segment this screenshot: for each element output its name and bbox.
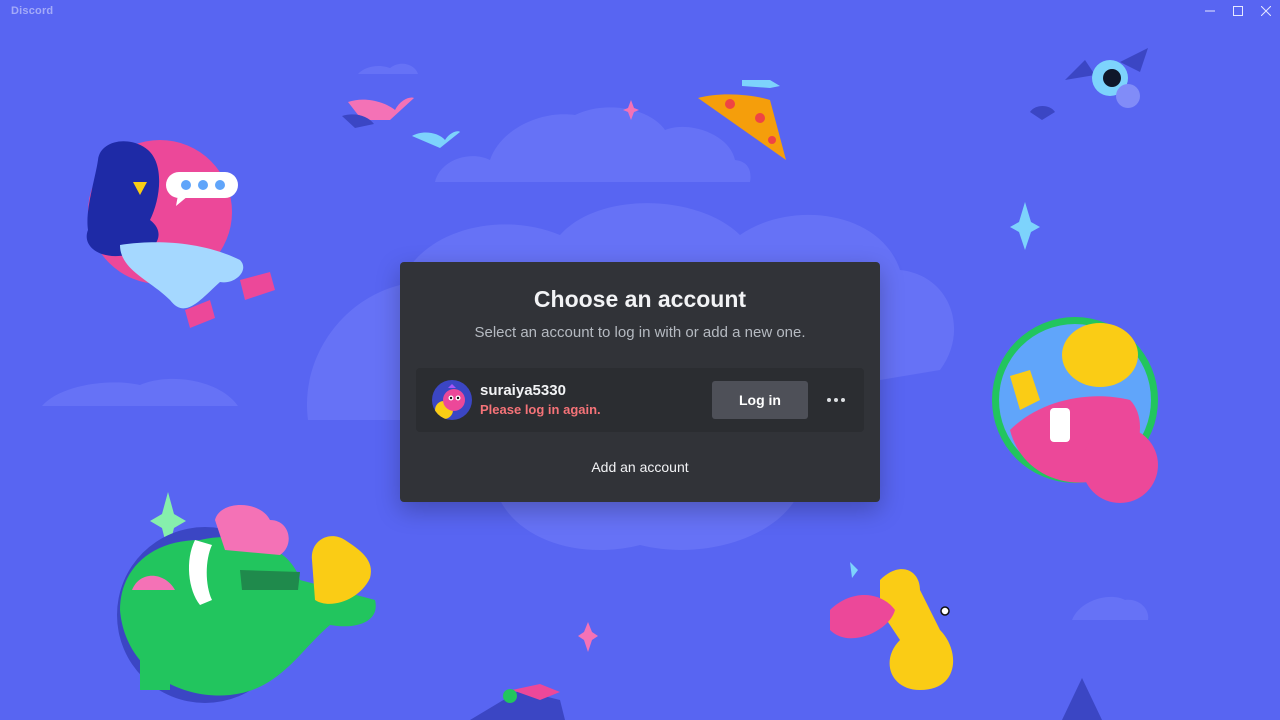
more-options-icon[interactable] — [820, 388, 852, 412]
maximize-icon[interactable] — [1224, 0, 1252, 22]
choose-account-modal: Choose an account Select an account to l… — [400, 262, 880, 502]
title-bar: Discord — [0, 0, 1280, 22]
account-username: suraiya5330 — [480, 382, 566, 399]
account-status: Please log in again. — [480, 402, 601, 417]
close-icon[interactable] — [1252, 0, 1280, 22]
account-card: suraiya5330 Please log in again. Log in — [416, 368, 864, 432]
avatar — [432, 380, 472, 420]
minimize-icon[interactable] — [1196, 0, 1224, 22]
log-in-button[interactable]: Log in — [712, 381, 808, 419]
add-account-link[interactable]: Add an account — [400, 459, 880, 475]
modal-subtitle: Select an account to log in with or add … — [474, 324, 806, 341]
modal-title: Choose an account — [533, 286, 747, 312]
app-title: Discord — [11, 5, 54, 17]
